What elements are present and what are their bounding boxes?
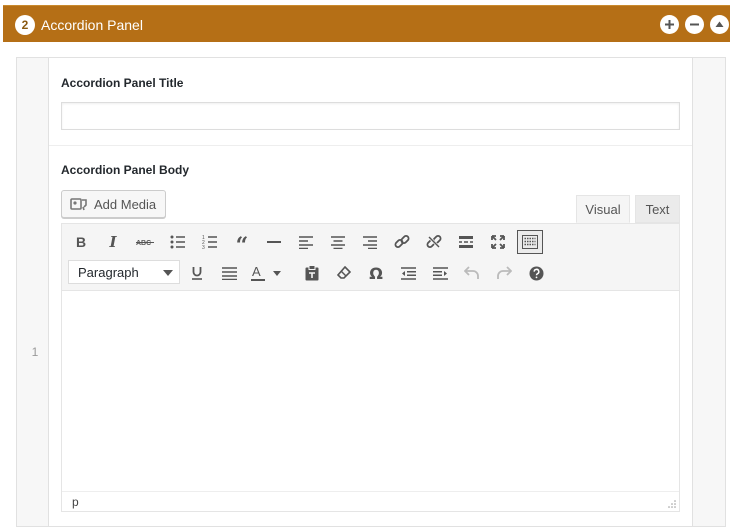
- special-character-icon[interactable]: Ω: [363, 261, 389, 285]
- align-left-icon[interactable]: [293, 230, 319, 254]
- insert-link-icon[interactable]: [389, 230, 415, 254]
- bulleted-list-icon[interactable]: [165, 230, 191, 254]
- horizontal-line-icon[interactable]: [261, 230, 287, 254]
- numbered-list-icon[interactable]: 123: [197, 230, 223, 254]
- align-center-icon[interactable]: [325, 230, 351, 254]
- chevron-down-icon: [163, 270, 173, 276]
- indent-icon[interactable]: [427, 261, 453, 285]
- field-divider: [49, 145, 692, 146]
- svg-text:ABC: ABC: [136, 240, 151, 247]
- remove-icon[interactable]: [685, 15, 704, 34]
- add-media-label: Add Media: [94, 196, 157, 212]
- panel-title-input[interactable]: [61, 102, 680, 130]
- editor-content-area[interactable]: [62, 291, 679, 491]
- outdent-icon[interactable]: [395, 261, 421, 285]
- text-color-icon[interactable]: A: [248, 261, 288, 285]
- editor-statusbar: p: [62, 491, 679, 511]
- rich-text-editor: B I ABC 123 “ Paragraph A Ω p: [61, 223, 680, 512]
- strikethrough-icon[interactable]: ABC: [132, 230, 158, 254]
- tab-text[interactable]: Text: [635, 195, 680, 223]
- svg-text:3: 3: [202, 245, 205, 249]
- move-up-icon[interactable]: [710, 15, 729, 34]
- panel-body-label: Accordion Panel Body: [61, 163, 190, 177]
- undo-icon[interactable]: [459, 261, 485, 285]
- element-path[interactable]: p: [72, 495, 79, 509]
- media-icon: [70, 198, 87, 211]
- underline-icon[interactable]: [184, 261, 210, 285]
- redo-icon[interactable]: [491, 261, 517, 285]
- editor-toolbar: B I ABC 123 “ Paragraph A Ω: [62, 224, 679, 291]
- format-select-value: Paragraph: [78, 264, 139, 280]
- paste-text-icon[interactable]: [299, 261, 325, 285]
- help-icon[interactable]: [523, 261, 549, 285]
- toolbar-toggle-icon[interactable]: [517, 230, 543, 254]
- align-right-icon[interactable]: [357, 230, 383, 254]
- blockquote-icon[interactable]: “: [229, 230, 255, 257]
- panel-header[interactable]: 2 Accordion Panel: [3, 5, 730, 42]
- tab-visual[interactable]: Visual: [576, 195, 630, 223]
- resize-handle-icon[interactable]: [667, 499, 676, 508]
- panel-title-label: Accordion Panel Title: [61, 76, 184, 90]
- panel-number-badge: 2: [15, 15, 35, 35]
- svg-text:A: A: [252, 265, 261, 279]
- add-icon[interactable]: [660, 15, 679, 34]
- bold-icon[interactable]: B: [68, 230, 94, 254]
- remove-link-icon[interactable]: [421, 230, 447, 254]
- add-media-button[interactable]: Add Media: [61, 190, 166, 218]
- italic-icon[interactable]: I: [100, 230, 126, 254]
- justify-icon[interactable]: [216, 261, 242, 285]
- panel-title: Accordion Panel: [41, 17, 143, 33]
- read-more-icon[interactable]: [453, 230, 479, 254]
- fullscreen-icon[interactable]: [485, 230, 511, 254]
- clear-formatting-icon[interactable]: [331, 261, 357, 285]
- format-select[interactable]: Paragraph: [68, 260, 180, 284]
- row-number: 1: [31, 345, 39, 359]
